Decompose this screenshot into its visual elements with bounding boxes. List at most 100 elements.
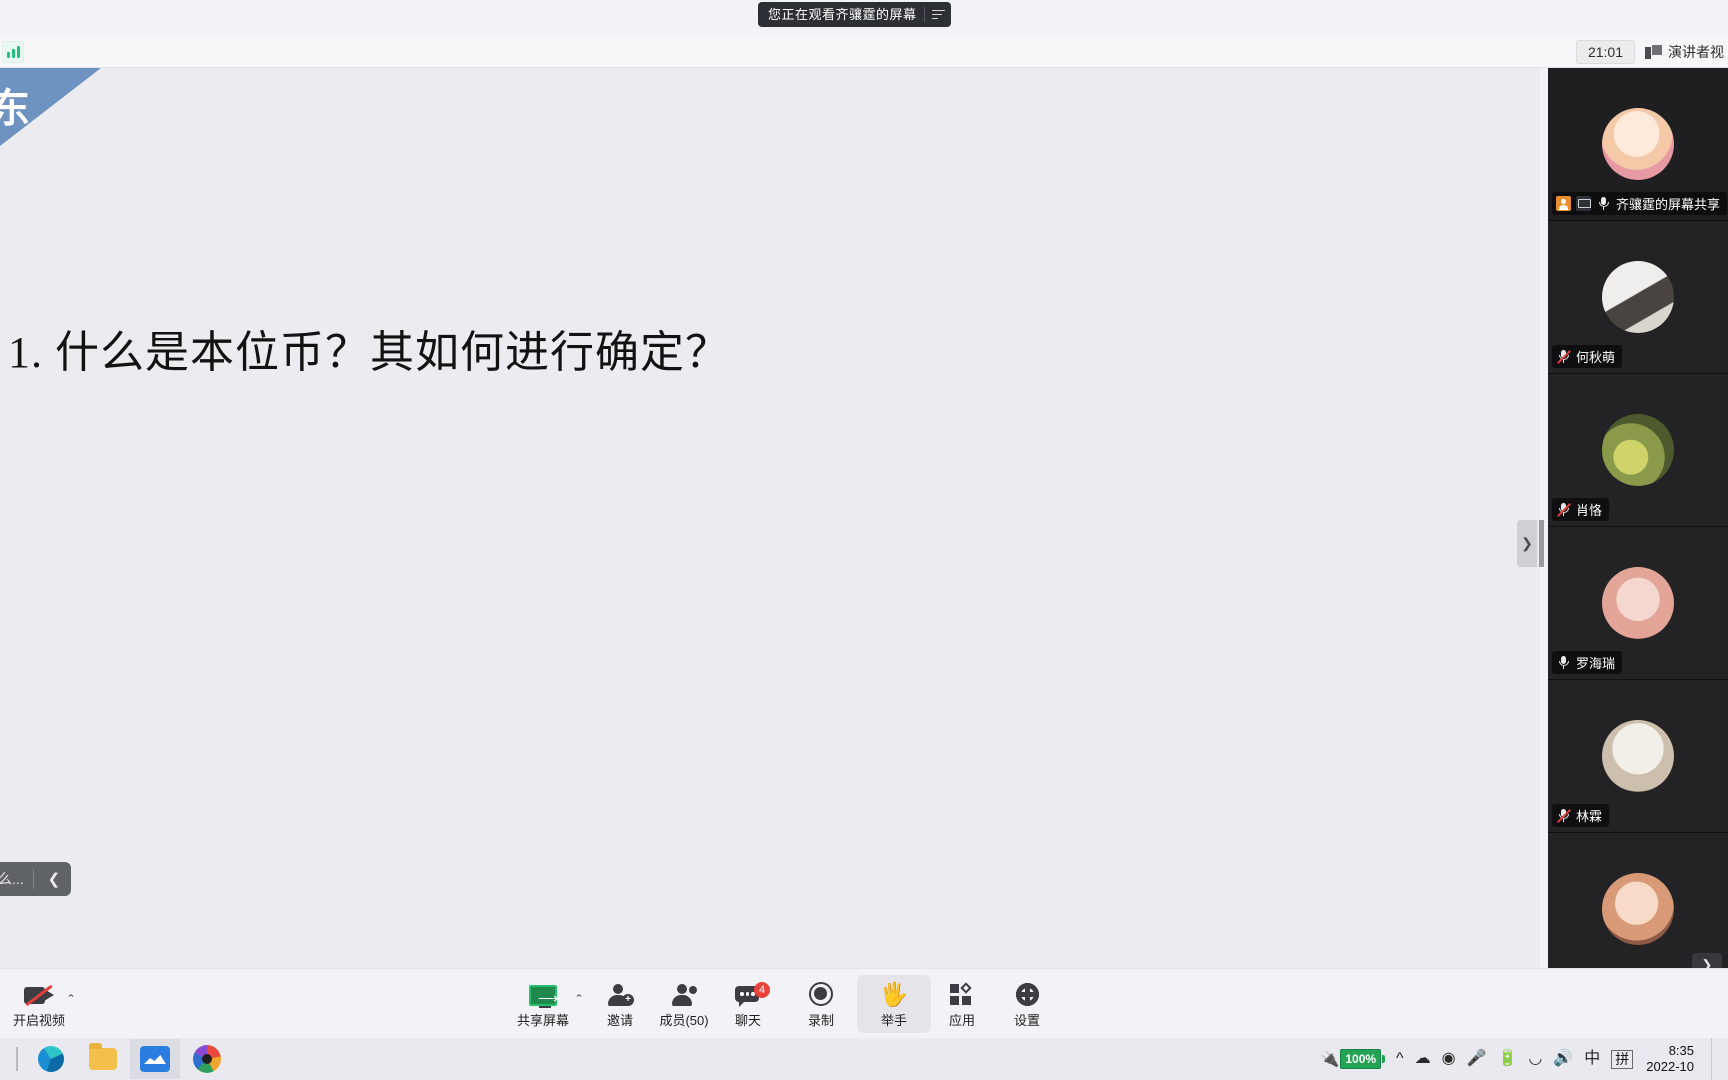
settings-button[interactable]: 设置: [990, 975, 1064, 1033]
palette-icon: [193, 1045, 221, 1073]
participant-name: 何秋萌: [1576, 350, 1616, 365]
avatar: [1602, 567, 1674, 639]
chat-button[interactable]: 4 聊天: [711, 975, 785, 1033]
ime-pinyin[interactable]: 拼: [1611, 1049, 1634, 1069]
slide-corner-text: 东: [0, 86, 30, 131]
settings-label: 设置: [1013, 1013, 1040, 1028]
meeting-clock: 21:01: [1575, 39, 1635, 64]
sidebar-collapse-handle[interactable]: ❯: [1517, 520, 1537, 567]
chat-bubble-icon: 4: [735, 979, 770, 1007]
divider: [32, 869, 34, 889]
chat-label: 聊天: [734, 1013, 761, 1028]
record-label: 录制: [807, 1013, 834, 1028]
divider: [16, 1047, 18, 1071]
avatar: [1602, 414, 1674, 486]
wifi-icon[interactable]: ◡: [1528, 1051, 1542, 1067]
apps-grid-icon: [950, 979, 974, 1006]
taskbar-app-drawing[interactable]: [182, 1039, 232, 1079]
slide-title: 1. 什么是本位币？其如何进行确定？: [8, 328, 730, 377]
chevron-right-icon: ❯: [1521, 535, 1533, 551]
mic-muted-icon: [1556, 349, 1572, 364]
meeting-icon: [140, 1046, 170, 1072]
participant-strip[interactable]: 齐骧霆的屏幕共享 何秋萌 肖恪 罗海瑞 林霖 ❯: [1548, 68, 1728, 968]
taskbar-tray: 🔌 100% ^ ☁ ◉ 🎤 🔋 ◡ 🔊 中 拼 8:35 2022-10: [1321, 1038, 1728, 1080]
record-circle-icon: [809, 979, 833, 1006]
screen-share-icon: ⟶: [529, 979, 558, 1008]
viewing-banner-text: 您正在观看齐骧霆的屏幕: [768, 7, 917, 22]
battery-icon[interactable]: 🔋: [1497, 1051, 1517, 1067]
battery-percent: 100%: [1340, 1049, 1382, 1069]
folder-icon: [89, 1043, 117, 1070]
speaker-view-icon: [1645, 44, 1662, 59]
participant-tile-5[interactable]: ❯: [1548, 833, 1728, 968]
participant-label: 林霖: [1552, 804, 1610, 827]
sidebar-resize-rail[interactable]: [1539, 520, 1544, 567]
avatar: [1602, 108, 1674, 180]
annotation-toolbar-pill[interactable]: 原什么... ❮: [0, 862, 72, 896]
cloud-icon[interactable]: ☁: [1415, 1051, 1431, 1067]
participant-name: 肖恪: [1576, 503, 1603, 518]
participant-label: 齐骧霆的屏幕共享: [1552, 192, 1728, 215]
show-desktop-button[interactable]: [1711, 1038, 1719, 1080]
view-mode-label: 演讲者视: [1668, 43, 1724, 60]
avatar: [1602, 261, 1674, 333]
members-button[interactable]: 成员(50): [647, 975, 721, 1033]
mic-on-icon: [1556, 655, 1571, 670]
screen-share-viewport[interactable]: 东 1. 什么是本位币？其如何进行确定？ 原什么... ❮: [0, 68, 1540, 968]
participant-tile-4[interactable]: 林霖: [1548, 680, 1728, 833]
chevron-down-icon[interactable]: ❯: [1692, 953, 1722, 968]
video-options-caret[interactable]: ⌃: [66, 993, 76, 1004]
taskbar-app-tencent-meeting[interactable]: [130, 1039, 180, 1079]
mic-muted-icon: [1556, 502, 1572, 517]
share-screen-label: 共享屏幕: [516, 1013, 569, 1028]
signal-strength-icon[interactable]: [2, 40, 24, 63]
members-label: 成员(50): [659, 1013, 709, 1028]
camera-off-icon: [24, 979, 54, 1006]
viewing-screen-banner[interactable]: 您正在观看齐骧霆的屏幕: [758, 2, 951, 27]
taskbar-clock[interactable]: 8:35 2022-10: [1644, 1043, 1694, 1075]
avatar: [1602, 873, 1674, 945]
record-button[interactable]: 录制: [784, 975, 858, 1033]
participant-tile-2[interactable]: 肖恪: [1548, 374, 1728, 527]
participant-label: 何秋萌: [1552, 345, 1623, 368]
video-toggle-button[interactable]: 开启视频: [2, 975, 76, 1033]
annotation-pill-label: 原什么...: [0, 871, 24, 887]
taskbar-time: 8:35: [1668, 1043, 1694, 1058]
chevron-up-icon[interactable]: ^: [1396, 1051, 1404, 1067]
taskbar-app-file-explorer[interactable]: [78, 1039, 128, 1079]
camera-privacy-icon[interactable]: ◉: [1442, 1051, 1456, 1067]
raise-hand-button[interactable]: 🖐 举手: [857, 975, 931, 1033]
apps-button[interactable]: 应用: [925, 975, 999, 1033]
participant-tile-1[interactable]: 何秋萌: [1548, 221, 1728, 374]
top-toolbar-right: 21:01 演讲者视: [1575, 39, 1728, 64]
taskbar-date: 2022-10: [1646, 1059, 1694, 1074]
raise-hand-label: 举手: [880, 1013, 907, 1028]
share-screen-button[interactable]: ⟶ 共享屏幕: [506, 975, 580, 1033]
chevron-left-icon[interactable]: ❮: [43, 870, 66, 888]
gear-icon: [1015, 979, 1039, 1006]
microphone-icon[interactable]: 🎤: [1467, 1051, 1487, 1067]
taskbar-app-edge[interactable]: [26, 1039, 76, 1079]
mic-on-icon: [1596, 196, 1611, 211]
hamburger-icon[interactable]: [931, 7, 945, 22]
power-plug-icon: 🔌: [1320, 1051, 1340, 1068]
chat-unread-badge: 4: [754, 982, 770, 998]
video-toggle-label: 开启视频: [12, 1013, 65, 1028]
participant-label: 罗海瑞: [1552, 651, 1623, 674]
windows-taskbar: 🔌 100% ^ ☁ ◉ 🎤 🔋 ◡ 🔊 中 拼 8:35 2022-10: [0, 1038, 1728, 1080]
speaker-icon[interactable]: 🔊: [1553, 1051, 1573, 1067]
participant-label: 肖恪: [1552, 498, 1610, 521]
battery-status[interactable]: 🔌 100%: [1320, 1049, 1386, 1069]
raise-hand-icon: 🖐: [879, 981, 909, 1007]
person-icon: [1556, 196, 1571, 211]
invite-button[interactable]: + 邀请: [583, 975, 657, 1033]
view-mode-switch[interactable]: 演讲者视: [1645, 42, 1724, 62]
participant-tile-3[interactable]: 罗海瑞: [1548, 527, 1728, 680]
participant-name: 罗海瑞: [1576, 656, 1616, 671]
ime-mode[interactable]: 中: [1584, 1051, 1600, 1067]
meeting-bottom-toolbar: 开启视频 ⌃ ⟶ 共享屏幕 ⌃ + 邀请 成员(50) 4 聊天 录制 🖐 举手…: [0, 968, 1728, 1038]
screen-share-icon: [1576, 196, 1591, 211]
meeting-top-toolbar: 21:01 演讲者视: [0, 36, 1728, 68]
participant-tile-0[interactable]: 齐骧霆的屏幕共享: [1548, 68, 1728, 221]
divider: [923, 7, 925, 22]
